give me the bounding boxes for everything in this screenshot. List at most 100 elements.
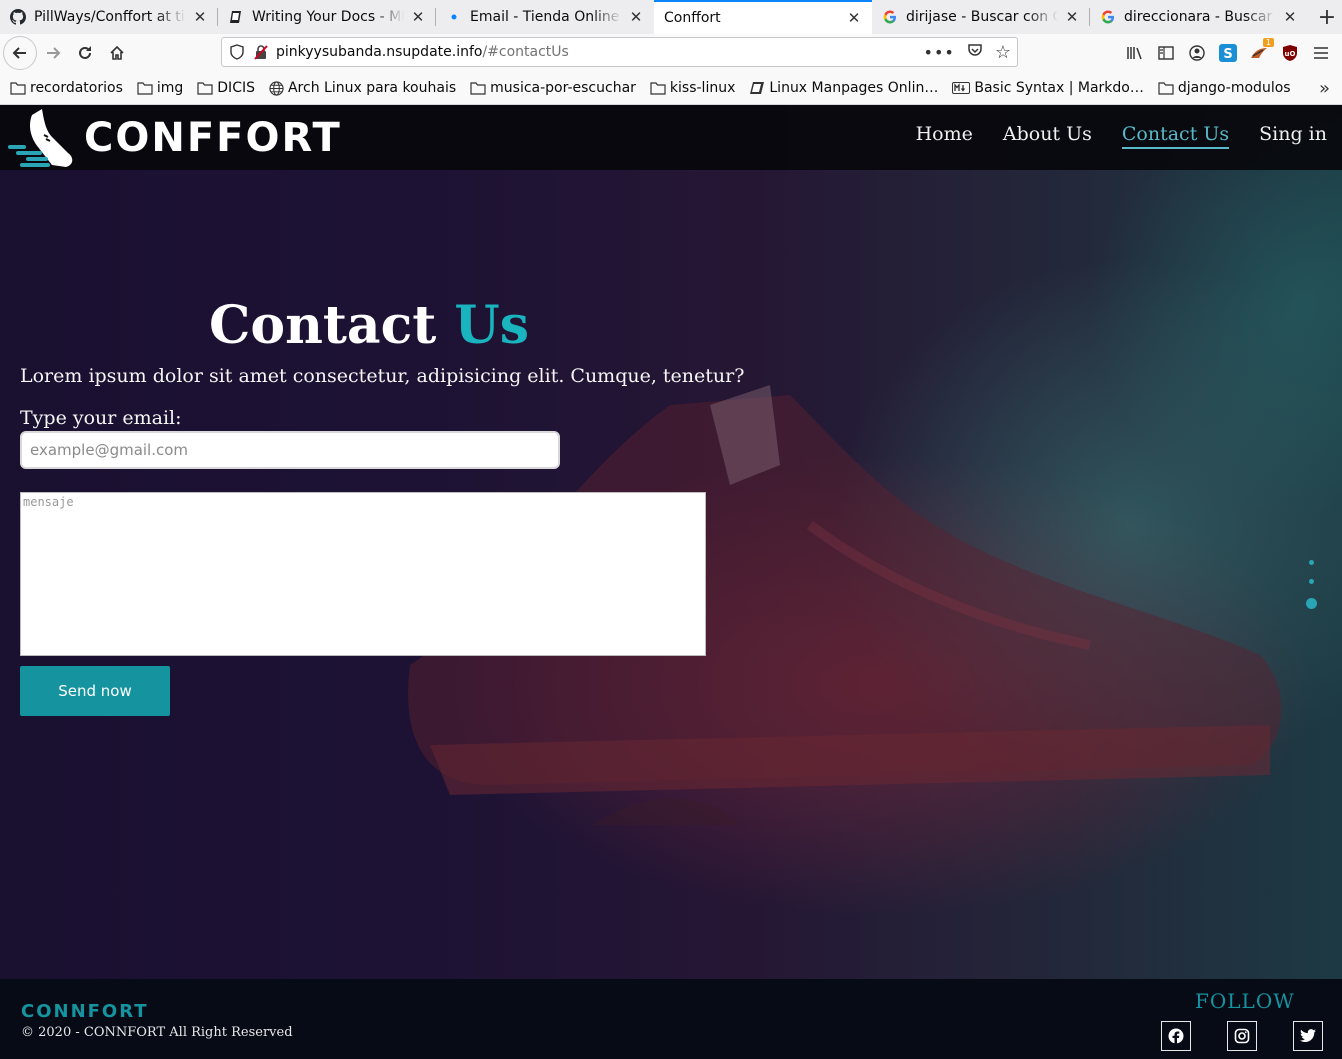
contact-title: Contact Us <box>209 295 529 356</box>
reload-icon <box>79 46 91 59</box>
close-icon[interactable]: ✕ <box>410 8 426 26</box>
browser-tab[interactable]: Writing Your Docs - MkDocs ✕ <box>218 0 436 34</box>
browser-tab-bar: PillWays/Conffort at tier ✕ Writing Your… <box>0 0 1342 34</box>
close-icon[interactable]: ✕ <box>846 9 862 27</box>
browser-tab[interactable]: direccionara - Buscar con Google ✕ <box>1090 0 1308 34</box>
bookmark-item[interactable]: Linux Manpages Onlin… <box>749 80 938 96</box>
forward-button[interactable] <box>37 37 69 69</box>
url-text[interactable]: pinkyysubanda.nsupdate.info/#contactUs <box>276 44 569 60</box>
instagram-icon[interactable] <box>1227 1021 1257 1051</box>
folder-icon <box>10 81 26 95</box>
bookmark-star-icon[interactable]: ☆ <box>995 42 1011 63</box>
svg-text:S: S <box>1223 47 1232 62</box>
email-label: Type your email: <box>20 407 182 429</box>
svg-text:uO: uO <box>1285 50 1296 58</box>
contact-title-accent: Us <box>454 295 530 356</box>
new-tab-button[interactable]: + <box>1312 0 1342 34</box>
site-header: CONFFORT Home About Us Contact Us Sing i… <box>0 105 1342 170</box>
menu-icon[interactable] <box>1310 42 1332 64</box>
copyright-text: © 2020 - CONNFORT All Right Reserved <box>21 1025 293 1040</box>
insecure-lock-icon[interactable] <box>254 44 268 60</box>
section-dots-nav <box>1306 560 1317 609</box>
pocket-icon[interactable] <box>967 42 983 62</box>
back-button[interactable] <box>3 36 37 70</box>
folder-icon <box>137 81 153 95</box>
section-dot-active[interactable] <box>1306 598 1317 609</box>
footer-logo: CONNFORT <box>21 1001 149 1022</box>
bookmark-item[interactable]: img <box>137 80 183 96</box>
bookmark-item[interactable]: musica-por-escuchar <box>470 80 636 96</box>
book-icon <box>228 9 244 25</box>
nav-home[interactable]: Home <box>916 123 973 149</box>
nav-sign-in[interactable]: Sing in <box>1259 123 1327 149</box>
follow-heading: FOLLOW <box>1195 989 1295 1013</box>
browser-tab[interactable]: PillWays/Conffort at tier ✕ <box>0 0 218 34</box>
close-icon[interactable]: ✕ <box>1064 8 1080 26</box>
url-path: /#contactUs <box>482 44 569 60</box>
extension-badge-icon[interactable]: 1 <box>1248 38 1274 64</box>
browser-tab[interactable]: dirijase - Buscar con Google ✕ <box>872 0 1090 34</box>
google-icon <box>1100 9 1116 25</box>
bookmark-label: recordatorios <box>30 80 123 96</box>
section-dot[interactable] <box>1309 579 1314 584</box>
close-icon[interactable]: ✕ <box>628 8 644 26</box>
sidebar-icon[interactable] <box>1155 42 1177 64</box>
close-icon[interactable]: ✕ <box>1282 8 1298 26</box>
bookmark-label: DICIS <box>217 80 255 96</box>
contact-title-main: Contact <box>209 295 437 356</box>
library-icon[interactable] <box>1124 42 1146 64</box>
bookmark-label: django-modulos <box>1177 80 1291 96</box>
tab-title: Conffort <box>664 10 721 26</box>
bookmark-item[interactable]: Arch Linux para kouhais <box>269 80 456 96</box>
s-extension-icon[interactable]: S <box>1217 42 1239 64</box>
bookmark-item[interactable]: django-modulos <box>1158 80 1291 96</box>
web-page: CONFFORT Home About Us Contact Us Sing i… <box>0 105 1342 1059</box>
chevron-double-right-icon[interactable]: » <box>1319 78 1330 99</box>
folder-icon <box>470 81 486 95</box>
bookmark-label: Arch Linux para kouhais <box>287 80 457 96</box>
more-actions-icon[interactable]: ••• <box>924 43 955 62</box>
bookmark-label: Basic Syntax | Markdo… <box>974 80 1144 96</box>
url-bar[interactable]: pinkyysubanda.nsupdate.info/#contactUs •… <box>221 37 1018 67</box>
arrow-right-icon <box>47 47 61 59</box>
nav-about-us[interactable]: About Us <box>1003 123 1092 149</box>
send-now-button[interactable]: Send now <box>20 666 170 716</box>
dot-icon <box>446 9 462 25</box>
email-input[interactable] <box>20 431 560 469</box>
reload-button[interactable] <box>69 37 101 69</box>
section-dot[interactable] <box>1309 560 1314 565</box>
browser-nav-bar: pinkyysubanda.nsupdate.info/#contactUs •… <box>0 34 1342 72</box>
tab-title: PillWays/Conffort at tier <box>34 9 186 25</box>
bookmark-label: kiss-linux <box>669 80 736 96</box>
bookmark-label: img <box>156 80 184 96</box>
browser-tab[interactable]: Email - Tienda Online Conffort ✕ <box>436 0 654 34</box>
tab-title: Writing Your Docs - MkDocs <box>252 9 404 25</box>
bookmark-item[interactable]: Basic Syntax | Markdo… <box>952 80 1144 96</box>
twitter-icon[interactable] <box>1293 1021 1323 1051</box>
bookmark-label: Linux Manpages Onlin… <box>769 80 939 96</box>
arrow-left-icon <box>12 47 26 59</box>
site-logo[interactable]: CONFFORT <box>8 107 342 169</box>
logo-text: CONFFORT <box>84 115 342 161</box>
url-host: pinkyysubanda.nsupdate.info <box>276 44 483 60</box>
github-icon <box>10 9 26 25</box>
message-textarea[interactable] <box>20 492 706 656</box>
tab-title: dirijase - Buscar con Google <box>906 9 1058 25</box>
extension-badge-count: 1 <box>1262 38 1274 47</box>
browser-tab-active[interactable]: Conffort ✕ <box>654 0 872 34</box>
bookmark-item[interactable]: kiss-linux <box>650 80 735 96</box>
bookmark-item[interactable]: recordatorios <box>10 80 123 96</box>
home-icon <box>110 45 124 60</box>
ublock-icon[interactable]: uO <box>1279 42 1301 64</box>
shield-icon[interactable] <box>230 44 244 60</box>
home-button[interactable] <box>101 37 133 69</box>
google-icon <box>882 9 898 25</box>
account-icon[interactable] <box>1186 42 1208 64</box>
bookmark-item[interactable]: DICIS <box>197 80 255 96</box>
folder-icon <box>1158 81 1174 95</box>
close-icon[interactable]: ✕ <box>192 8 208 26</box>
bookmark-label: musica-por-escuchar <box>490 80 636 96</box>
nav-contact-us[interactable]: Contact Us <box>1121 123 1230 149</box>
running-shoe-logo-icon <box>8 109 73 167</box>
facebook-icon[interactable] <box>1161 1021 1191 1051</box>
